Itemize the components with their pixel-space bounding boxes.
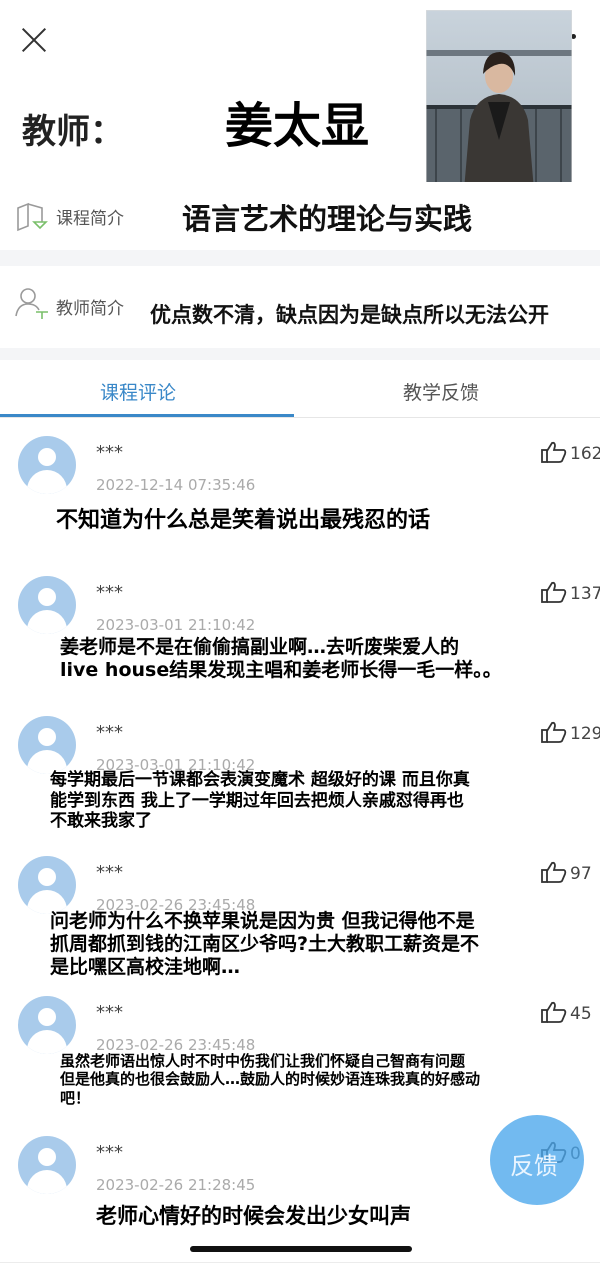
comment-item: *** 2023-02-26 23:45:48 45 虽然老师语出惊人时不时中伤… (0, 978, 600, 1119)
avatar (18, 716, 76, 774)
header: 教师： 姜太显 (0, 0, 600, 190)
avatar (18, 436, 76, 494)
comment-user: *** (96, 442, 123, 463)
course-intro-value: 语言艺术的理论与实践 (182, 202, 473, 236)
comment-item: *** 2022-12-14 07:35:46 162 不知道为什么总是笑着说出… (0, 418, 600, 559)
like-count: 137 (570, 584, 600, 604)
thumbs-up-icon (540, 1000, 568, 1028)
comment-time: 2023-03-01 21:10:42 (96, 616, 256, 634)
like-button[interactable]: 129 (540, 720, 600, 748)
comment-time: 2023-02-26 21:28:45 (96, 1176, 256, 1194)
comment-text: 问老师为什么不换苹果说是因为贵 但我记得他不是 抓周都抓到钱的江南区少爷吗?土大… (50, 910, 480, 979)
like-count: 97 (570, 864, 592, 884)
thumbs-up-icon (540, 580, 568, 608)
comment-user: *** (96, 862, 123, 883)
teacher-photo (426, 10, 572, 190)
comment-item: *** 2023-03-01 21:10:42 137 姜老师是不是在偷偷搞副业… (0, 558, 600, 699)
like-button[interactable]: 97 (540, 860, 592, 888)
like-button[interactable]: 137 (540, 580, 600, 608)
comment-text: 老师心情好的时候会发出少女叫声 (96, 1204, 411, 1228)
tab-teaching-feedback[interactable]: 教学反馈 (403, 378, 479, 405)
like-count: 129 (570, 724, 600, 744)
comment-item: *** 2023-03-01 21:10:42 129 每学期最后一节课都会表演… (0, 698, 600, 839)
teacher-intro-row: 教师简介 优点数不清，缺点因为是缺点所以无法公开 (0, 266, 600, 348)
tab-bar: 课程评论 教学反馈 (0, 360, 600, 418)
person-icon (14, 286, 50, 324)
feedback-fab-label: 反馈 (510, 1152, 558, 1180)
course-intro-label: 课程简介 (56, 209, 124, 229)
teacher-label: 教师： (22, 112, 124, 152)
thumbs-up-icon (540, 860, 568, 888)
comment-user: *** (96, 722, 123, 743)
like-button[interactable]: 162 (540, 440, 600, 468)
teacher-name: 姜太显 (225, 98, 370, 154)
avatar (18, 576, 76, 634)
tab-course-comments[interactable]: 课程评论 (100, 378, 176, 405)
like-count: 162 (570, 444, 600, 464)
course-intro-row: 课程简介 语言艺术的理论与实践 (0, 182, 600, 250)
comment-text: 姜老师是不是在偷偷搞副业啊…去听废柴爱人的 live house结果发现主唱和姜… (60, 636, 502, 682)
comment-text: 每学期最后一节课都会表演变魔术 超级好的课 而且你真 能学到东西 我上了一学期过… (50, 770, 470, 832)
avatar (18, 996, 76, 1054)
teacher-intro-value: 优点数不清，缺点因为是缺点所以无法公开 (150, 303, 549, 327)
like-count: 45 (570, 1004, 592, 1024)
home-indicator[interactable] (190, 1246, 412, 1252)
comment-item: *** 2023-02-26 23:45:48 97 问老师为什么不换苹果说是因… (0, 838, 600, 979)
like-button[interactable]: 45 (540, 1000, 592, 1028)
comment-text: 虽然老师语出惊人时不时中伤我们让我们怀疑自己智商有问题 但是他真的也很会鼓励人…… (60, 1052, 481, 1107)
comment-time: 2022-12-14 07:35:46 (96, 476, 256, 494)
close-icon[interactable] (20, 26, 48, 54)
comment-user: *** (96, 1142, 123, 1163)
comment-user: *** (96, 1002, 123, 1023)
teacher-intro-label: 教师简介 (56, 299, 124, 319)
thumbs-up-icon (540, 720, 568, 748)
comment-user: *** (96, 582, 123, 603)
book-icon (14, 200, 50, 236)
avatar (18, 856, 76, 914)
avatar (18, 1136, 76, 1194)
comment-text: 不知道为什么总是笑着说出最残忍的话 (56, 508, 431, 533)
thumbs-up-icon (540, 440, 568, 468)
